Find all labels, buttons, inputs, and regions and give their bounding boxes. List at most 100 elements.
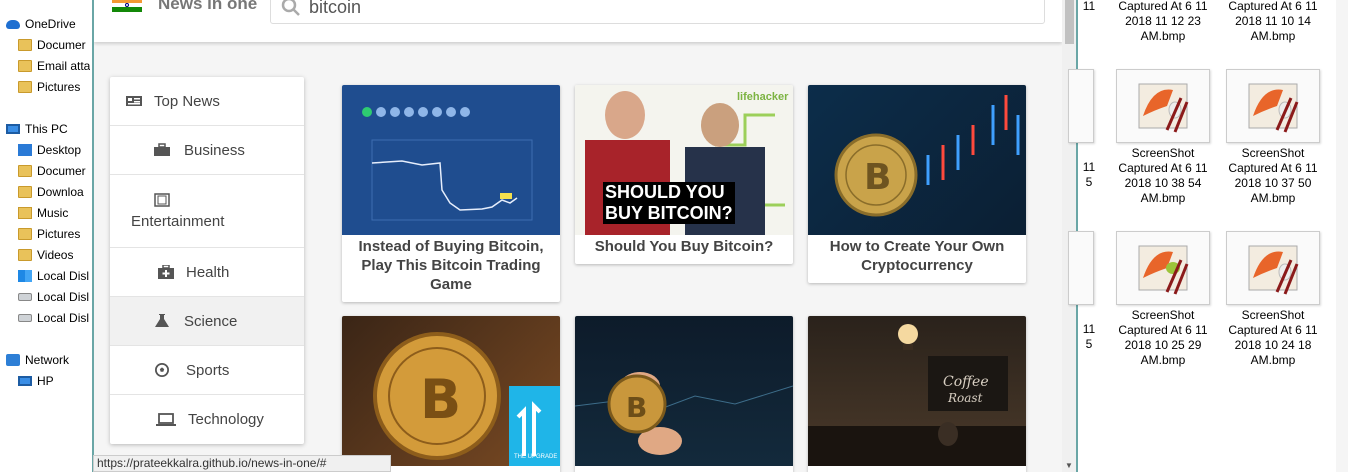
menu-item-health[interactable]: Health: [110, 248, 304, 297]
card-title[interactable]: [808, 466, 1026, 472]
card-title[interactable]: Should You Buy Bitcoin?: [575, 235, 793, 264]
upgrade-logo: THE UPGRADE: [514, 454, 558, 460]
search-icon: [281, 0, 300, 16]
nav-pictures-pc[interactable]: Pictures: [18, 224, 80, 244]
nav-documents-pc[interactable]: Documer: [18, 161, 86, 181]
file-label[interactable]: Captured At 6 11 2018 11 10 14 AM.bmp: [1218, 0, 1328, 44]
file-label[interactable]: ScreenShot Captured At 6 11 2018 10 38 5…: [1108, 146, 1218, 206]
nav-pictures[interactable]: Pictures: [18, 77, 80, 97]
menu-label: Business: [184, 141, 245, 159]
nav-network[interactable]: Network: [6, 350, 69, 370]
disk-drive-icon: [18, 293, 32, 301]
menu-item-entertainment[interactable]: Entertainment: [110, 175, 304, 248]
documents-folder-icon: [18, 165, 32, 177]
file-label[interactable]: ScreenShot Captured At 6 11 2018 10 25 2…: [1108, 308, 1218, 368]
bitcoin-trading-game-screenshot: [342, 85, 560, 235]
soccer-ball-icon: [155, 363, 169, 377]
briefcase-icon: [154, 143, 170, 156]
news-card[interactable]: Instead of Buying Bitcoin, Play This Bit…: [342, 85, 560, 302]
nav-email-attachments[interactable]: Email atta: [18, 56, 90, 76]
menu-item-business[interactable]: Business: [110, 126, 304, 175]
file-label[interactable]: Captured At 6 11 2018 11 12 23 AM.bmp: [1108, 0, 1218, 44]
scroll-down-arrow-icon[interactable]: ▼: [1065, 461, 1073, 470]
search-box[interactable]: [270, 0, 1045, 24]
card-title[interactable]: [575, 466, 793, 472]
explorer-nav-pane: OneDrive Documer Email atta Pictures Thi…: [0, 0, 92, 472]
laptop-icon: [156, 412, 176, 426]
menu-label: Sports: [186, 361, 230, 379]
nav-local-disk-e[interactable]: Local Disl: [18, 308, 89, 328]
nav-downloads[interactable]: Downloa: [18, 182, 84, 202]
file-list-scrollbar[interactable]: [1336, 0, 1348, 472]
paint-file-icon[interactable]: [1226, 69, 1320, 143]
desktop-folder-icon: [18, 144, 32, 156]
windows-drive-icon: [18, 270, 32, 282]
news-card[interactable]: B How to Create Your Own Cryptocurrency: [808, 85, 1026, 283]
bitcoin-coins-upgrade-photo: B THE UPGRADE: [342, 316, 560, 466]
file-label[interactable]: ScreenShot Captured At 6 11 2018 10 24 1…: [1218, 308, 1328, 368]
app-brand[interactable]: News in one: [158, 0, 257, 14]
medkit-icon: [158, 265, 174, 279]
music-folder-icon: [18, 207, 32, 219]
flask-icon: [155, 314, 169, 327]
downloads-folder-icon: [18, 186, 32, 198]
videos-folder-icon: [18, 249, 32, 261]
disk-drive-icon: [18, 314, 32, 322]
nav-hp[interactable]: HP: [18, 371, 54, 391]
hand-holding-bitcoin-photo: B: [575, 316, 793, 466]
nav-this-pc[interactable]: This PC: [6, 119, 68, 139]
menu-label: Top News: [154, 92, 220, 110]
onedrive-icon: [6, 19, 20, 29]
menu-label: Technology: [188, 411, 264, 428]
news-app-window: News in one ▼ Top News Business Entertai…: [92, 0, 1078, 472]
menu-item-top-news[interactable]: Top News: [110, 77, 304, 126]
paint-file-icon[interactable]: [1226, 231, 1320, 305]
lifehacker-logo: lifehacker: [737, 91, 789, 103]
svg-text:Coffee: Coffee: [943, 374, 989, 390]
computer-icon: [6, 124, 20, 134]
newspaper-icon: [126, 96, 142, 106]
nav-onedrive[interactable]: OneDrive: [6, 14, 76, 34]
svg-text:B: B: [626, 391, 647, 424]
news-card[interactable]: SHOULD YOU BUY BITCOIN? lifehacker Shoul…: [575, 85, 793, 264]
menu-label: Health: [186, 263, 230, 281]
menu-item-sports[interactable]: Sports: [110, 346, 304, 395]
svg-text:Roast: Roast: [947, 391, 983, 405]
folder-icon: [18, 60, 32, 72]
nav-documents[interactable]: Documer: [18, 35, 86, 55]
bitcoin-coin-chart-photo: B: [808, 85, 1026, 235]
file-thumbnail[interactable]: [1068, 231, 1094, 305]
should-you-buy-bitcoin-thumbnail: SHOULD YOU BUY BITCOIN? lifehacker: [575, 85, 793, 235]
file-label[interactable]: ScreenShot Captured At 6 11 2018 10 37 5…: [1218, 146, 1328, 206]
svg-text:B: B: [420, 368, 461, 431]
explorer-file-list: 11 Captured At 6 11 2018 11 12 23 AM.bmp…: [1068, 0, 1348, 472]
menu-item-science[interactable]: Science: [110, 297, 304, 346]
app-header: News in one: [94, 0, 1062, 42]
news-card[interactable]: Coffee Roast: [808, 316, 1026, 472]
film-icon: [154, 192, 170, 207]
pictures-folder-icon: [18, 228, 32, 240]
coffee-shop-photo: Coffee Roast: [808, 316, 1026, 466]
status-bar-url: https://prateekkalra.github.io/news-in-o…: [93, 455, 391, 472]
menu-label: Science: [184, 312, 238, 330]
menu-label: Entertainment: [131, 212, 225, 230]
india-flag-icon: [112, 0, 142, 12]
menu-item-technology[interactable]: Technology: [110, 395, 304, 444]
nav-local-disk-d[interactable]: Local Disl: [18, 287, 89, 307]
paint-file-icon[interactable]: [1116, 69, 1210, 143]
svg-text:B: B: [864, 157, 891, 198]
nav-music[interactable]: Music: [18, 203, 68, 223]
category-menu: Top News Business Entertainment Health S…: [110, 77, 304, 444]
card-title[interactable]: How to Create Your Own Cryptocurrency: [808, 235, 1026, 283]
nav-videos[interactable]: Videos: [18, 245, 73, 265]
nav-local-disk-c[interactable]: Local Disl: [18, 266, 89, 286]
card-title[interactable]: Instead of Buying Bitcoin, Play This Bit…: [342, 235, 560, 302]
network-computer-icon: [18, 376, 32, 386]
nav-desktop[interactable]: Desktop: [18, 140, 81, 160]
paint-file-icon[interactable]: [1116, 231, 1210, 305]
file-thumbnail[interactable]: [1068, 69, 1094, 143]
search-input[interactable]: [309, 0, 1009, 18]
news-card[interactable]: B: [575, 316, 793, 472]
news-card[interactable]: B THE UPGRADE: [342, 316, 560, 472]
thumbnail-overlay-text: SHOULD YOU BUY BITCOIN?: [603, 182, 735, 224]
